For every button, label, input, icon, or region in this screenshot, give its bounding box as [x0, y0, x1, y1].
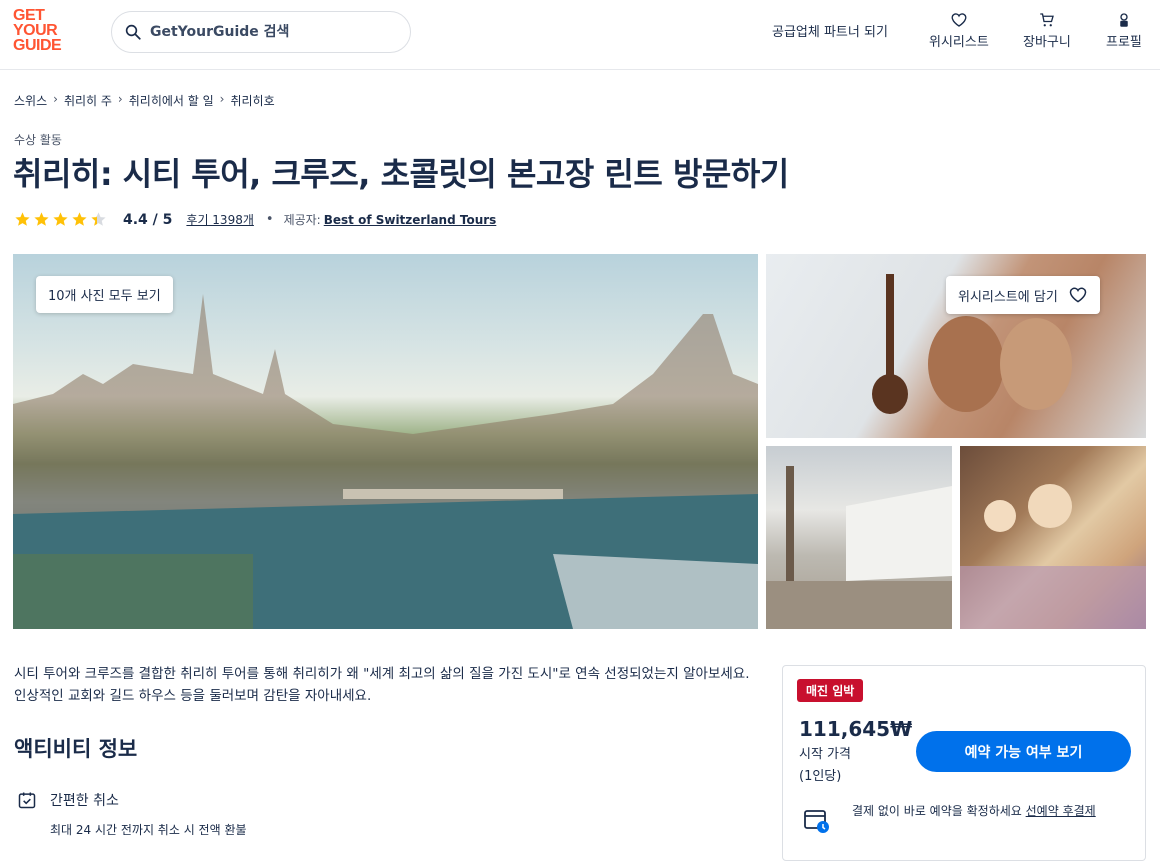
- heart-icon: [1069, 287, 1087, 303]
- search-bar[interactable]: [111, 11, 411, 53]
- check-availability-button[interactable]: 예약 가능 여부 보기: [916, 731, 1131, 772]
- price-from-label: 시작 가격: [799, 747, 851, 762]
- add-to-wishlist-button[interactable]: 위시리스트에 담기: [946, 276, 1100, 314]
- reviews-link[interactable]: 후기 1398개: [186, 211, 253, 228]
- chevron-right-icon: ›: [117, 92, 123, 106]
- reserve-now-pay-later-link[interactable]: 선예약 후결제: [1026, 804, 1096, 818]
- gallery-photo-lindt-building[interactable]: [766, 446, 952, 629]
- price: 111,645₩: [799, 717, 913, 741]
- breadcrumb-item[interactable]: 취리히에서 할 일: [129, 92, 214, 109]
- star-icon: [72, 212, 87, 226]
- free-cancellation-detail: 최대 24 시간 전까지 취소 시 전액 환불: [50, 823, 247, 837]
- free-cancellation-title: 간편한 취소: [50, 793, 119, 809]
- gallery-main-photo[interactable]: 10개 사진 모두 보기: [13, 254, 758, 629]
- lindt-building-image: [766, 466, 952, 629]
- star-icon: [15, 212, 30, 226]
- search-icon: [125, 24, 141, 40]
- rating-row: 4.4 / 5 후기 1398개 • 제공자: Best of Switzerl…: [14, 211, 496, 228]
- search-input[interactable]: [150, 24, 390, 40]
- wishlist-label: 위시리스트: [929, 35, 989, 50]
- profile-label: 프로필: [1106, 35, 1142, 50]
- separator-dot: •: [265, 212, 274, 227]
- getyourguide-logo[interactable]: GET YOUR GUIDE: [13, 8, 69, 56]
- breadcrumb: 스위스 › 취리히 주 › 취리히에서 할 일 › 취리히호: [14, 92, 275, 109]
- price-per-person: (1인당): [799, 769, 842, 784]
- rating-score: 4.4 / 5: [123, 211, 173, 228]
- partner-link[interactable]: 공급업체 파트너 되기: [772, 21, 888, 40]
- star-rating: [14, 211, 107, 228]
- chocolate-shop-image: [960, 484, 1146, 629]
- cart-button[interactable]: 장바구니: [1023, 11, 1071, 50]
- chevron-right-icon: ›: [219, 92, 225, 106]
- calendar-clock-icon: [804, 810, 829, 833]
- calendar-check-icon: [18, 792, 36, 809]
- provider-label: 제공자:: [283, 213, 321, 227]
- likely-to-sell-out-badge: 매진 임박: [797, 679, 864, 702]
- cart-icon: [1040, 13, 1054, 27]
- gallery-photo-chocolate-shop[interactable]: [960, 446, 1146, 629]
- star-icon: [91, 212, 106, 226]
- profile-button[interactable]: 프로필: [1106, 11, 1142, 50]
- header: GET YOUR GUIDE 공급업체 파트너 되기 위시리스트 장바구니 프로…: [0, 0, 1160, 70]
- booking-card: 매진 임박 111,645₩ 시작 가격 (1인당) 예약 가능 여부 보기 결…: [782, 665, 1146, 861]
- add-to-wishlist-label: 위시리스트에 담기: [958, 289, 1058, 305]
- heart-icon: [951, 13, 967, 27]
- breadcrumb-item[interactable]: 취리히호: [230, 92, 274, 109]
- reserve-now-pay-later: 결제 없이 바로 예약을 확정하세요 선예약 후결제: [852, 802, 1137, 821]
- wishlist-button[interactable]: 위시리스트: [929, 11, 989, 50]
- user-lock-icon: [1120, 13, 1128, 27]
- cart-label: 장바구니: [1023, 35, 1071, 50]
- provider-link[interactable]: Best of Switzerland Tours: [324, 213, 497, 227]
- view-all-photos-button[interactable]: 10개 사진 모두 보기: [36, 276, 173, 313]
- activity-description: 시티 투어와 크루즈를 결합한 취리히 투어를 통해 취리히가 왜 "세계 최고…: [14, 666, 750, 704]
- reserve-now-text: 결제 없이 바로 예약을 확정하세요: [852, 804, 1026, 818]
- breadcrumb-item[interactable]: 취리히 주: [64, 92, 112, 109]
- activity-category: 수상 활동: [14, 133, 62, 147]
- star-icon: [53, 212, 68, 226]
- page-title: 취리히: 시티 투어, 크루즈, 초콜릿의 본고장 린트 방문하기: [13, 155, 789, 193]
- star-icon: [34, 212, 49, 226]
- chevron-right-icon: ›: [53, 92, 58, 106]
- activity-info-title: 액티비티 정보: [14, 737, 138, 761]
- breadcrumb-item[interactable]: 스위스: [14, 92, 47, 109]
